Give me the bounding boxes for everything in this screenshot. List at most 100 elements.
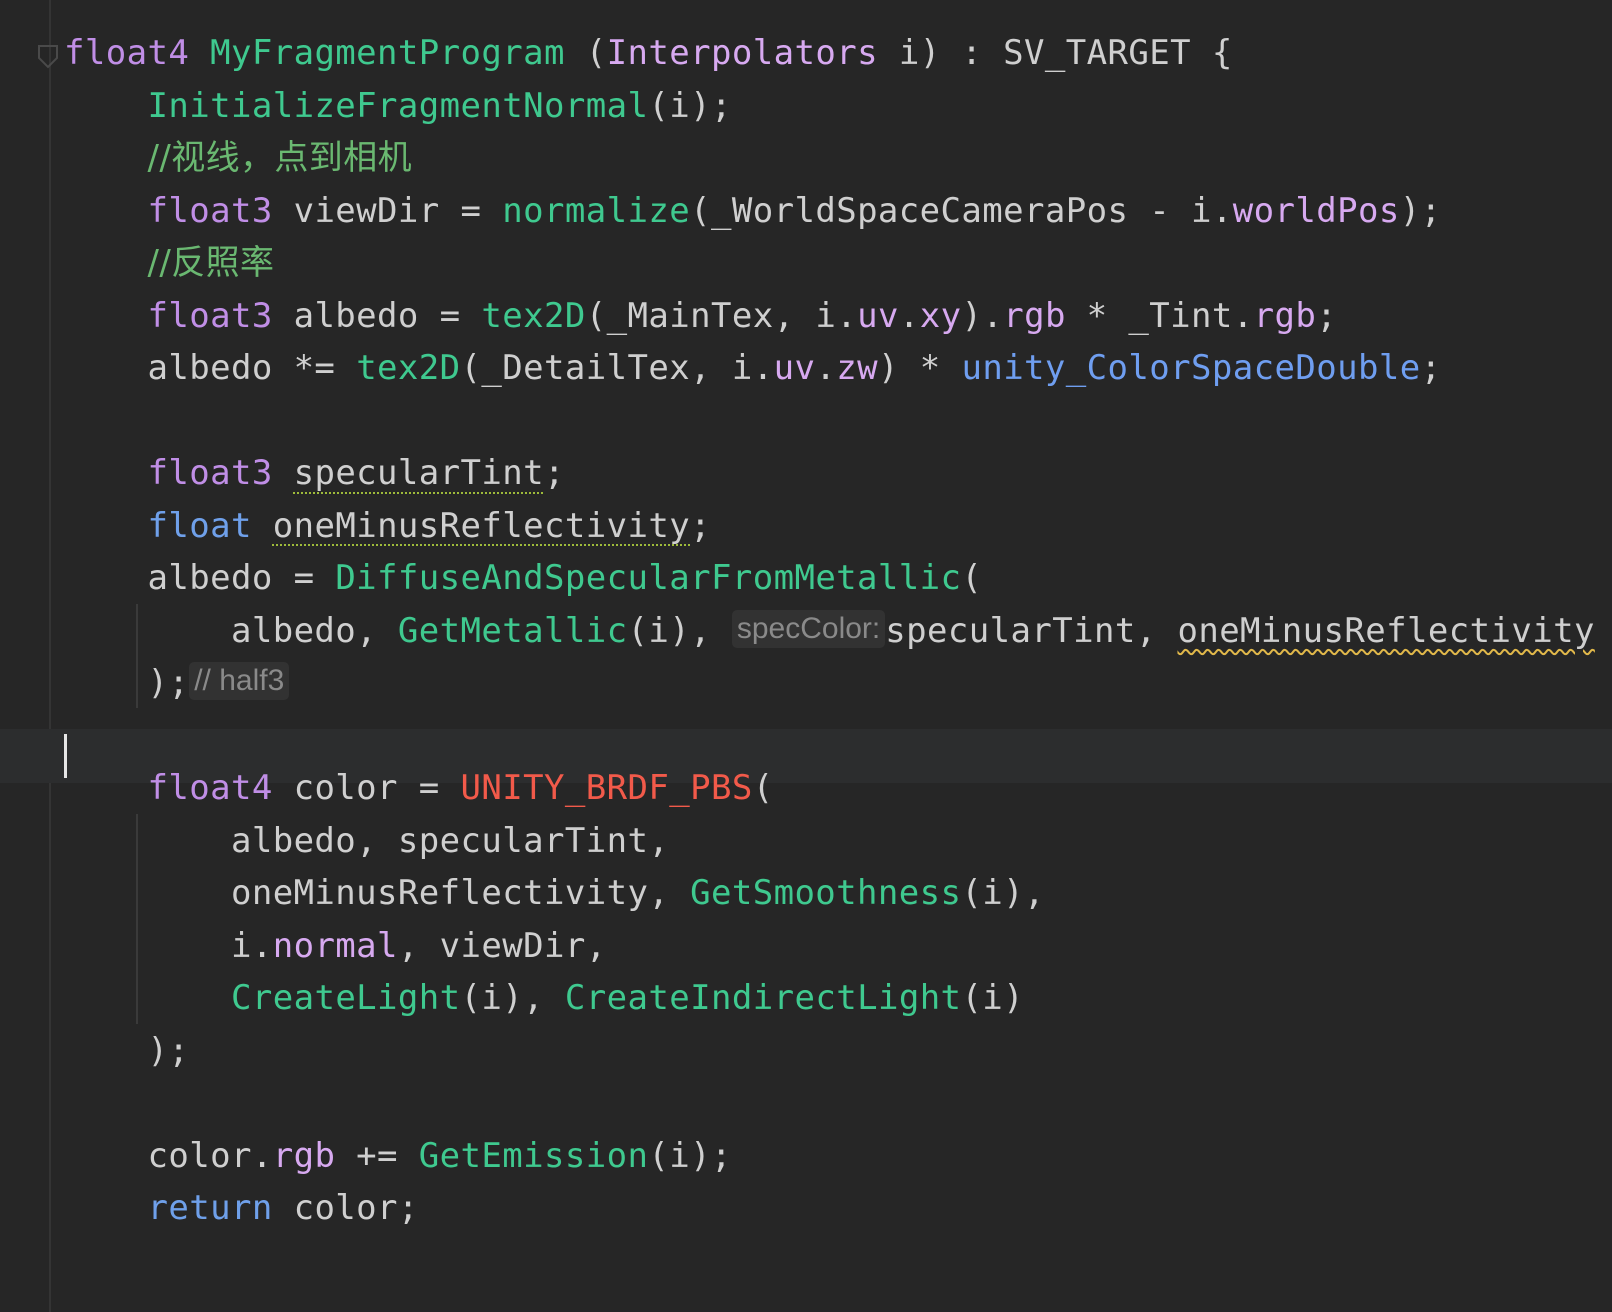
code-token: viewDir = [272,190,503,231]
code-token: float3 [147,190,273,231]
code-token: (_MainTex, i. [585,295,858,336]
code-line[interactable]: //视线，点到相机 [64,131,412,185]
code-token: (i); [648,1135,732,1176]
code-token: albedo, [64,610,398,651]
code-token: (i) [961,978,1025,1018]
code-line[interactable]: albedo, GetMetallic(i), specColor: specul… [64,604,1595,658]
code-token: (i), [627,610,732,651]
code-token: uv [773,348,816,388]
code-token: rgb [272,1135,336,1176]
text-caret [64,734,67,778]
code-token: ( [564,33,607,73]
code-line[interactable]: albedo, specularTint, [64,814,669,868]
code-line[interactable]: i.normal, viewDir, [64,919,607,973]
code-token: GetEmission [418,1135,649,1176]
code-line[interactable]: albedo = DiffuseAndSpecularFromMetallic( [64,551,982,605]
code-token: albedo = [272,295,482,336]
code-token: ) * [877,348,962,388]
code-token: (i), [961,873,1045,913]
fold-collapse-icon[interactable] [37,44,59,70]
code-token: GetSmoothness [690,873,962,913]
code-token: += [335,1135,419,1176]
code-token: uv [857,295,899,336]
code-token: ; [690,505,711,546]
code-line[interactable]: albedo *= tex2D(_DetailTex, i.uv.zw) * u… [64,341,1441,395]
code-token: . [898,295,920,336]
code-token: color; [272,1188,419,1228]
code-token: (_DetailTex, i. [460,348,774,388]
code-editor[interactable]: float4 MyFragmentProgram (Interpolators … [0,0,1612,1312]
code-token: rgb [1003,295,1066,336]
code-line[interactable]: color.rgb += GetEmission(i); [64,1129,732,1183]
code-token: color = [272,768,461,808]
code-token: normalize [502,190,691,231]
code-token: oneMinusReflectivity, [64,873,691,913]
code-token: * _Tint. [1065,295,1254,336]
code-token: Interpolators [606,33,878,73]
code-token: ; [1420,348,1442,388]
code-token: CreateLight [230,978,461,1018]
code-line[interactable]: float4 color = UNITY_BRDF_PBS( [64,761,774,815]
code-token: . [815,348,837,388]
code-token: rgb [1253,295,1317,336]
code-token: worldPos [1232,190,1400,231]
inlay-hint: specColor: [731,609,886,648]
code-token: //视线，点到相机 [147,138,412,178]
code-line[interactable]: float4 MyFragmentProgram (Interpolators … [64,26,1233,80]
code-line[interactable]: return color; [64,1181,419,1235]
code-line[interactable]: oneMinusReflectivity, GetSmoothness(i), [64,866,1045,920]
code-token: ( [752,768,774,808]
code-token: specularTint, [885,610,1178,651]
code-token: , viewDir, [397,925,607,966]
gutter-divider [49,0,51,1312]
inlay-hint: // half3 [189,662,290,700]
code-token: float4 [147,768,273,808]
code-token: InitializeFragmentNormal [147,85,649,126]
code-token: ; [544,453,565,493]
code-token: ); [64,663,190,703]
code-line[interactable]: ); [64,1024,189,1078]
code-token: float4 [64,33,190,73]
code-token: ); [64,1030,190,1071]
code-line[interactable]: float oneMinusReflectivity; [64,499,711,553]
code-token: tex2D [481,295,586,336]
code-token: albedo, specularTint, [64,820,670,861]
code-line[interactable]: float3 specularTint; [64,446,565,500]
code-token: ( [961,558,983,598]
code-token: zw [836,348,878,388]
code-token: i) : SV_TARGET { [877,33,1233,73]
code-line[interactable]: //反照率 [64,236,274,290]
code-token: tex2D [356,348,461,388]
code-token: GetMetallic [397,610,628,651]
code-token: float [147,505,252,546]
code-line[interactable]: float3 albedo = tex2D(_MainTex, i.uv.xy)… [64,289,1337,343]
code-token: float3 [147,453,273,493]
code-line[interactable]: CreateLight(i), CreateIndirectLight(i) [64,971,1024,1025]
code-token: ). [961,295,1004,336]
code-line[interactable]: InitializeFragmentNormal(i); [64,79,732,133]
code-token: (i), [460,978,565,1018]
code-line[interactable]: float3 viewDir = normalize(_WorldSpaceCa… [64,184,1441,238]
code-token: float3 [147,295,273,336]
code-token: specularTint [293,453,545,493]
code-token: albedo *= [64,348,357,388]
code-token: albedo = [64,558,336,598]
code-token: (_WorldSpaceCameraPos - i. [690,190,1233,231]
code-token: i. [64,925,273,966]
code-token: oneMinusReflectivity [1177,610,1595,651]
code-line[interactable]: );// half3 [64,656,290,710]
code-token: CreateIndirectLight [564,978,962,1018]
code-token: xy [919,295,962,336]
code-token: //反照率 [147,243,275,283]
